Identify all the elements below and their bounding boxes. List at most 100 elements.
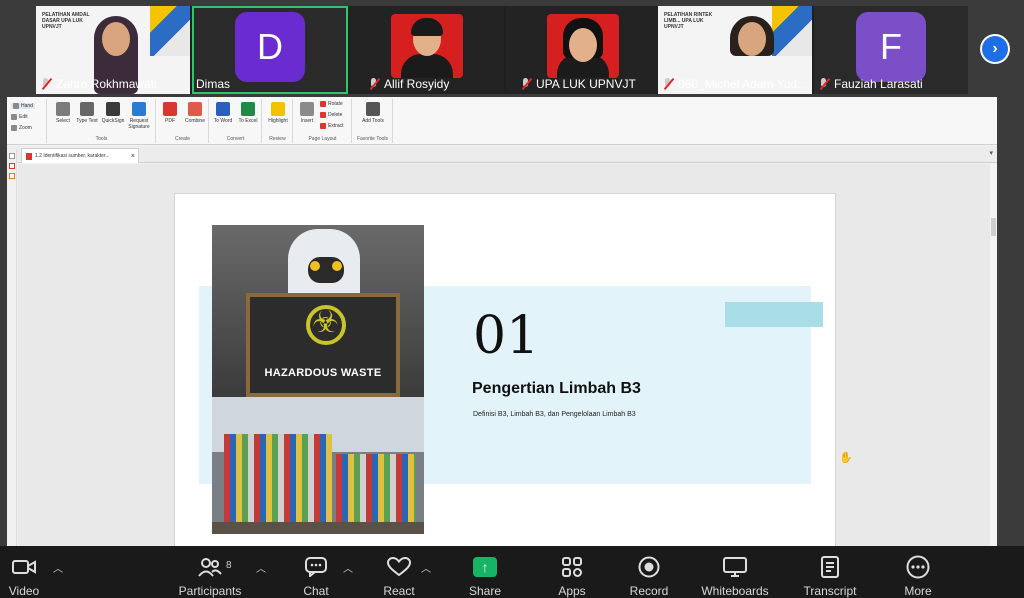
chevron-up-icon[interactable]: ︿	[421, 560, 431, 575]
participant-tile-zahro[interactable]: PELATIHAN AMDAL DASAR UPA LUK UPNVJT Zah…	[36, 6, 190, 94]
insert-icon	[300, 102, 314, 116]
meeting-toolbar: Video ︿ Participants 8 ︿ Chat ︿ React ︿ …	[0, 546, 1024, 598]
avatar: D	[235, 12, 305, 82]
attachment-icon[interactable]	[8, 173, 15, 179]
record-button[interactable]: Record	[626, 554, 672, 598]
insert-button[interactable]: Insert	[294, 102, 320, 124]
participant-name: Dimas	[196, 77, 231, 91]
tools-icon	[366, 102, 380, 116]
pdf-file-icon	[26, 152, 32, 160]
participants-label: Participants	[178, 584, 242, 598]
react-button[interactable]: React	[380, 554, 418, 598]
hand-icon	[13, 103, 19, 109]
to-excel-button[interactable]: To Excel	[235, 102, 261, 124]
edit-icon	[11, 114, 17, 120]
vertical-scrollbar[interactable]	[990, 164, 997, 546]
zoom-tool[interactable]: Zoom	[11, 125, 32, 131]
rotate-icon	[320, 101, 326, 107]
text-icon	[80, 102, 94, 116]
hazardous-waste-label: HAZARDOUS WASTE	[264, 367, 382, 379]
document-tab-title: 1.2 Identifikasi sumber, karakter...	[35, 153, 110, 159]
chat-icon	[298, 554, 334, 580]
group-label: Review	[269, 136, 286, 142]
more-icon	[898, 554, 938, 580]
type-text-button[interactable]: Type Text	[74, 102, 100, 124]
apps-label: Apps	[558, 584, 586, 598]
word-icon	[216, 102, 230, 116]
participant-tile-fauziah[interactable]: F Fauziah Larasati	[814, 6, 968, 94]
share-button[interactable]: ↑ Share	[466, 554, 504, 598]
video-feed-caption: PELATIHAN RINTEK LIMB... UPA LUK UPNVJT	[664, 12, 713, 30]
whiteboards-button[interactable]: Whiteboards	[698, 554, 772, 598]
chevron-up-icon[interactable]: ︿	[256, 560, 266, 575]
chalkboard: HAZARDOUS WASTE	[246, 293, 400, 397]
highlight-button[interactable]: Highlight	[265, 102, 291, 124]
hazardous-waste-image: HAZARDOUS WASTE	[212, 225, 424, 397]
hand-cursor-icon: ✋	[839, 452, 853, 464]
add-tools-button[interactable]: Add Tools	[360, 102, 386, 124]
select-button[interactable]: Select	[50, 102, 76, 124]
excel-icon	[241, 102, 255, 116]
participant-photo	[547, 14, 619, 78]
signature-icon	[132, 102, 146, 116]
share-label: Share	[468, 584, 502, 598]
request-signature-button[interactable]: Request Signature	[126, 102, 152, 130]
pdf-button[interactable]: PDF	[157, 102, 183, 124]
chevron-up-icon[interactable]: ︿	[53, 560, 63, 575]
delete-button[interactable]: Delete	[320, 112, 342, 118]
strip-next-button[interactable]: ›	[980, 34, 1010, 64]
participants-button[interactable]: Participants	[174, 554, 246, 598]
close-icon[interactable]: ×	[131, 153, 135, 160]
ribbon-group-create: PDF Combine Create	[157, 99, 209, 143]
ribbon-group-tools: Select Type Text QuickSign Request Signa…	[48, 99, 156, 143]
whiteboard-icon	[698, 554, 772, 580]
chevron-up-icon[interactable]: ︿	[343, 560, 353, 575]
transcript-label: Transcript	[803, 584, 857, 598]
document-tab-bar: 1.2 Identifikasi sumber, karakter... × ▾	[7, 146, 997, 163]
more-button[interactable]: More	[898, 554, 938, 598]
video-button[interactable]: Video	[6, 554, 42, 598]
ribbon-left-tools: Hand Edit Zoom	[7, 99, 47, 143]
combine-icon	[188, 102, 202, 116]
ribbon-group-page-layout: Insert Rotate Delete Extract Page Layout	[294, 99, 352, 143]
participant-tile-michel[interactable]: PELATIHAN RINTEK LIMB... UPA LUK UPNVJT …	[658, 6, 812, 94]
apps-button[interactable]: Apps	[553, 554, 591, 598]
record-icon	[626, 554, 672, 580]
participant-tile-upa[interactable]: UPA LUK UPNVJT	[506, 6, 660, 94]
slide-decoration	[150, 6, 190, 56]
whiteboards-label: Whiteboards	[701, 584, 769, 598]
waste-bale	[336, 454, 416, 524]
participant-tile-allif[interactable]: Allif Rosyidy	[350, 6, 504, 94]
chevron-down-icon[interactable]: ▾	[989, 149, 993, 157]
left-panel	[7, 149, 17, 546]
transcript-icon	[800, 554, 860, 580]
thumbnail-icon[interactable]	[8, 153, 15, 159]
edit-tool[interactable]: Edit	[11, 114, 28, 120]
pen-icon	[106, 102, 120, 116]
ribbon-group-favorite-tools: Add Tools Favorite Tools	[353, 99, 393, 143]
slide-accent-bar	[725, 302, 823, 327]
participant-name: UPA LUK UPNVJT	[520, 77, 636, 91]
chat-label: Chat	[303, 584, 329, 598]
chat-button[interactable]: Chat	[298, 554, 334, 598]
ribbon-group-convert: To Word To Excel Convert	[210, 99, 262, 143]
group-label: Page Layout	[308, 136, 337, 142]
waste-pile-image	[212, 397, 424, 534]
ribbon-toolbar: Hand Edit Zoom Select Type Text QuickSig…	[7, 97, 997, 145]
extract-button[interactable]: Extract	[320, 123, 344, 129]
document-tab[interactable]: 1.2 Identifikasi sumber, karakter... ×	[21, 148, 139, 163]
rotate-button[interactable]: Rotate	[320, 101, 343, 107]
pdf-icon	[163, 102, 177, 116]
biohazard-icon	[306, 305, 346, 345]
more-label: More	[904, 584, 932, 598]
participant-tile-dimas[interactable]: D Dimas	[192, 6, 348, 94]
hand-tool[interactable]: Hand	[11, 103, 35, 109]
quicksign-button[interactable]: QuickSign	[100, 102, 126, 124]
transcript-button[interactable]: Transcript	[800, 554, 860, 598]
combine-button[interactable]: Combine	[182, 102, 208, 124]
bookmark-icon[interactable]	[8, 163, 15, 169]
to-word-button[interactable]: To Word	[210, 102, 236, 124]
scroll-thumb[interactable]	[991, 218, 996, 236]
mic-muted-icon	[662, 77, 674, 91]
participant-name: 060_Michel Adam Yud...	[662, 77, 807, 91]
